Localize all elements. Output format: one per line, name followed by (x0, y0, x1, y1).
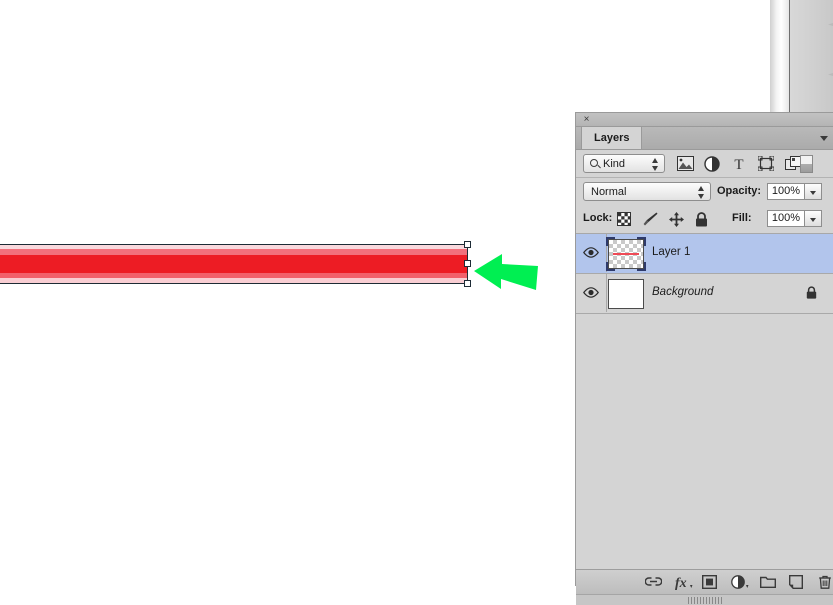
lock-position-icon[interactable] (666, 205, 689, 233)
folder-icon (760, 576, 776, 588)
link-layers-button[interactable] (642, 573, 666, 592)
link-icon (645, 577, 662, 586)
lock-icon-group (614, 205, 715, 233)
chrome-mark-icon (828, 23, 833, 26)
table-row[interactable]: Background (576, 274, 833, 314)
new-layer-button[interactable] (786, 573, 810, 592)
svg-text:T: T (735, 157, 744, 171)
transform-box-bottom-edge (0, 283, 468, 284)
panel-menu-icon[interactable] (820, 136, 828, 141)
layer-filter-row: Kind T (576, 150, 833, 178)
blend-mode-value: Normal (591, 186, 627, 198)
layer-visibility-toggle[interactable] (576, 274, 607, 312)
layer-name-label[interactable]: Layer 1 (652, 246, 690, 258)
new-adjustment-layer-button[interactable] (728, 573, 752, 592)
app-root: × Layers Kind T Normal Opacity: 100% Loc… (0, 0, 833, 605)
layer-thumbnail[interactable] (608, 239, 644, 269)
table-row[interactable]: Layer 1 (576, 234, 833, 274)
layer-style-button[interactable]: fx (671, 573, 695, 592)
layers-panel-toolbar: fx (576, 569, 833, 594)
layer-name-label[interactable]: Background (652, 286, 713, 298)
layer-thumbnail[interactable] (608, 279, 644, 309)
fill-input[interactable]: 100% (767, 210, 805, 227)
lock-row: Lock: Fill: 100% (576, 205, 833, 234)
transform-handle-top-right[interactable] (464, 241, 471, 248)
add-layer-mask-button[interactable] (699, 573, 723, 592)
filter-kind-select[interactable]: Kind (583, 154, 665, 173)
shape-band-core (0, 255, 468, 273)
mask-icon (702, 575, 717, 589)
adjustment-icon (731, 575, 749, 589)
layers-panel: × Layers Kind T Normal Opacity: 100% Loc… (575, 112, 833, 605)
lock-image-pixels-icon[interactable] (640, 205, 663, 233)
filter-adjustment-layers-icon[interactable] (701, 150, 725, 177)
filter-type-layers-icon[interactable]: T (728, 150, 752, 177)
opacity-input[interactable]: 100% (767, 183, 805, 200)
lock-all-icon[interactable] (692, 205, 715, 233)
blend-mode-row: Normal Opacity: 100% (576, 178, 833, 205)
eye-icon (583, 247, 599, 258)
eye-icon (583, 287, 599, 298)
blend-mode-select[interactable]: Normal (583, 182, 711, 201)
fx-icon: fx (675, 576, 693, 590)
filter-enable-toggle[interactable] (800, 155, 813, 173)
new-group-button[interactable] (757, 573, 781, 592)
filter-icon-group: T (674, 150, 806, 177)
layer-list[interactable]: Layer 1 Background (576, 234, 833, 569)
chevron-updown-icon (652, 158, 659, 171)
filter-pixel-layers-icon[interactable] (674, 150, 698, 177)
transform-handle-middle-right[interactable] (464, 260, 471, 267)
transform-handle-bottom-right[interactable] (464, 280, 471, 287)
fill-dropdown-icon[interactable] (805, 210, 822, 227)
panel-tab-strip: Layers (576, 127, 833, 150)
panel-titlebar: × (576, 113, 833, 127)
layer-visibility-toggle[interactable] (576, 234, 607, 272)
chrome-mark-icon (828, 73, 833, 76)
svg-text:fx: fx (675, 576, 687, 590)
thumbnail-red-line (613, 253, 639, 255)
filter-shape-layers-icon[interactable] (755, 150, 779, 177)
transform-box-top-edge (0, 244, 468, 245)
opacity-label: Opacity: (717, 185, 762, 197)
resize-grip-icon[interactable] (687, 597, 722, 604)
chevron-updown-icon (698, 186, 705, 199)
annotation-arrow-left-icon (474, 254, 538, 290)
red-bar-shape[interactable] (0, 245, 468, 283)
trash-icon (819, 575, 831, 589)
lock-transparent-pixels-icon[interactable] (614, 205, 637, 233)
fill-label: Fill: (732, 212, 752, 224)
tab-layers[interactable]: Layers (581, 127, 643, 149)
opacity-dropdown-icon[interactable] (805, 183, 822, 200)
lock-label: Lock: (583, 212, 613, 224)
new-layer-icon (789, 575, 803, 589)
magnifier-icon (590, 159, 598, 167)
close-icon[interactable]: × (581, 114, 592, 125)
panel-resize-footer[interactable] (576, 594, 833, 605)
filter-kind-label: Kind (603, 158, 626, 170)
layer-locked-icon (806, 286, 817, 302)
delete-layer-button[interactable] (815, 573, 833, 592)
